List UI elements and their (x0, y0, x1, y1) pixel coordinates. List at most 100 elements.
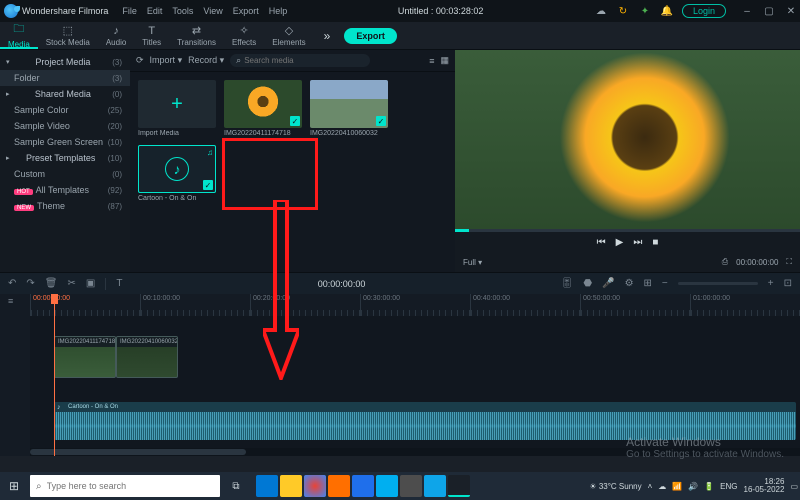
sidebar-theme[interactable]: NEWTheme(87) (0, 198, 130, 214)
quality-selector[interactable]: Full ▾ (463, 258, 482, 267)
app-filmora-icon[interactable] (448, 475, 470, 497)
taskbar-clock[interactable]: 18:26 16-05-2022 (744, 478, 785, 494)
video-track-1[interactable]: 🔒 👁 IMG20220411174718 IMG20220410060032 (30, 334, 800, 380)
media-item-1[interactable]: ✓ IMG20220411174718 (224, 80, 302, 137)
wifi-icon[interactable]: 📶 (672, 482, 682, 491)
zoom-fit-icon[interactable]: ⊡ (784, 278, 792, 289)
taskbar-search[interactable]: ⌕ (30, 475, 220, 497)
render-icon[interactable]: ⚙ (625, 278, 634, 289)
import-dropdown[interactable]: Import ▾ (150, 55, 183, 66)
scrollbar-thumb[interactable] (30, 449, 246, 455)
marker-icon[interactable]: ⬣ (583, 278, 592, 289)
sidebar-preset-templates[interactable]: Preset Templates(10) (0, 150, 130, 166)
volume-icon[interactable]: 🔊 (688, 482, 698, 491)
tab-effects[interactable]: ✧Effects (224, 22, 264, 49)
language-indicator[interactable]: ENG (720, 482, 737, 491)
menu-file[interactable]: File (122, 6, 137, 16)
import-tile[interactable]: + Import Media (138, 80, 216, 137)
playhead[interactable] (54, 294, 55, 456)
onedrive-icon[interactable]: ☁ (658, 482, 666, 491)
expand-icon[interactable]: ⛶ (786, 257, 792, 267)
refresh-icon[interactable]: ⟳ (136, 55, 144, 66)
sidebar-custom[interactable]: Custom(0) (0, 166, 130, 182)
time-ruler[interactable]: 00:00:00:00 00:10:00:00 00:20:00:00 00:3… (30, 294, 800, 316)
tab-audio[interactable]: ♪Audio (98, 22, 134, 49)
minimize-button[interactable]: – (742, 6, 752, 17)
zoom-slider[interactable] (678, 282, 758, 285)
search-media-input[interactable] (244, 56, 364, 65)
sidebar-project-media[interactable]: Project Media(3) (0, 54, 130, 70)
app-chrome-icon[interactable] (304, 475, 326, 497)
sidebar-folder[interactable]: Folder(3) (0, 70, 130, 86)
zoom-out-icon[interactable]: − (662, 278, 668, 289)
taskbar-search-input[interactable] (47, 481, 214, 491)
zoom-in-icon[interactable]: + (768, 278, 774, 289)
media-item-audio[interactable]: ♪ ♫ ✓ Cartoon - On & On (138, 145, 216, 202)
tab-media[interactable]: 🗀Media (0, 22, 38, 49)
menu-edit[interactable]: Edit (147, 6, 163, 16)
sidebar-shared-media[interactable]: Shared Media(0) (0, 86, 130, 102)
delete-icon[interactable]: 🗑 (45, 278, 58, 289)
sort-icon[interactable]: ≡ (429, 56, 434, 66)
grid-view-icon[interactable]: ▦ (440, 55, 449, 66)
task-view-icon[interactable]: ⧉ (224, 474, 248, 498)
media-item-2[interactable]: ✓ IMG20220410060032 (310, 80, 388, 137)
more-tabs-icon[interactable]: » (324, 29, 331, 43)
cloud-icon[interactable]: ☁ (594, 4, 608, 18)
menu-bar: File Edit Tools View Export Help (122, 6, 287, 16)
bell-icon[interactable]: 🔔 (660, 4, 674, 18)
weather-widget[interactable]: ☀ 33°C Sunny (589, 482, 641, 491)
video-clip-1[interactable]: IMG20220411174718 (54, 336, 116, 378)
app-mail-icon[interactable] (424, 475, 446, 497)
app-word-icon[interactable] (352, 475, 374, 497)
preview-viewport[interactable] (455, 50, 800, 232)
sync-icon[interactable]: ↻ (616, 4, 630, 18)
tray-chevron-icon[interactable]: ˄ (648, 482, 653, 491)
snapshot-icon[interactable]: ⎙ (722, 257, 728, 267)
crop-icon[interactable]: ▣ (86, 278, 95, 289)
mixer-icon[interactable]: 🎚 (561, 278, 574, 289)
tab-elements[interactable]: ◇Elements (264, 22, 313, 49)
maximize-button[interactable]: ▢ (764, 6, 774, 17)
timeline[interactable]: ≡ 00:00:00:00 00:10:00:00 00:20:00:00 00… (0, 294, 800, 456)
tab-transitions[interactable]: ⇄Transitions (169, 22, 224, 49)
export-button[interactable]: Export (344, 28, 397, 44)
gift-icon[interactable]: ✦ (638, 4, 652, 18)
app-firefox-icon[interactable] (328, 475, 350, 497)
menu-tools[interactable]: Tools (172, 6, 193, 16)
app-explorer-icon[interactable] (280, 475, 302, 497)
undo-icon[interactable]: ↶ (8, 278, 16, 289)
preview-scrubber[interactable] (455, 229, 800, 232)
menu-help[interactable]: Help (269, 6, 288, 16)
search-media-box[interactable]: ⌕ (230, 54, 370, 67)
sidebar-all-templates[interactable]: HOTAll Templates(92) (0, 182, 130, 198)
sidebar-sample-video[interactable]: Sample Video(20) (0, 118, 130, 134)
battery-icon[interactable]: 🔋 (704, 482, 714, 491)
play-icon[interactable]: ▶ (616, 237, 624, 248)
app-edge-icon[interactable] (256, 475, 278, 497)
app-store-icon[interactable] (400, 475, 422, 497)
redo-icon[interactable]: ↷ (26, 278, 34, 289)
menu-export[interactable]: Export (233, 6, 259, 16)
login-button[interactable]: Login (682, 4, 726, 18)
menu-view[interactable]: View (203, 6, 222, 16)
voiceover-icon[interactable]: 🎤 (602, 278, 614, 289)
tab-stock-media[interactable]: ⬚Stock Media (38, 22, 98, 49)
ruler-mark: 00:50:00:00 (580, 294, 690, 316)
tab-titles[interactable]: TTitles (134, 22, 169, 49)
sidebar-sample-green[interactable]: Sample Green Screen(10) (0, 134, 130, 150)
record-dropdown[interactable]: Record ▾ (188, 55, 224, 66)
start-button[interactable]: ⊞ (2, 474, 26, 498)
notifications-icon[interactable]: ▭ (790, 482, 798, 491)
text-icon[interactable]: T (116, 278, 122, 289)
close-button[interactable]: ✕ (786, 6, 796, 17)
stop-icon[interactable]: ■ (652, 237, 658, 248)
video-clip-2[interactable]: IMG20220410060032 (116, 336, 178, 378)
snap-icon[interactable]: ⊞ (644, 278, 652, 289)
app-skype-icon[interactable] (376, 475, 398, 497)
timeline-menu-icon[interactable]: ≡ (8, 296, 13, 306)
sidebar-sample-color[interactable]: Sample Color(25) (0, 102, 130, 118)
next-frame-icon[interactable]: ⏭ (633, 237, 642, 248)
split-icon[interactable]: ✂ (67, 278, 75, 289)
prev-frame-icon[interactable]: ⏮ (597, 237, 606, 248)
